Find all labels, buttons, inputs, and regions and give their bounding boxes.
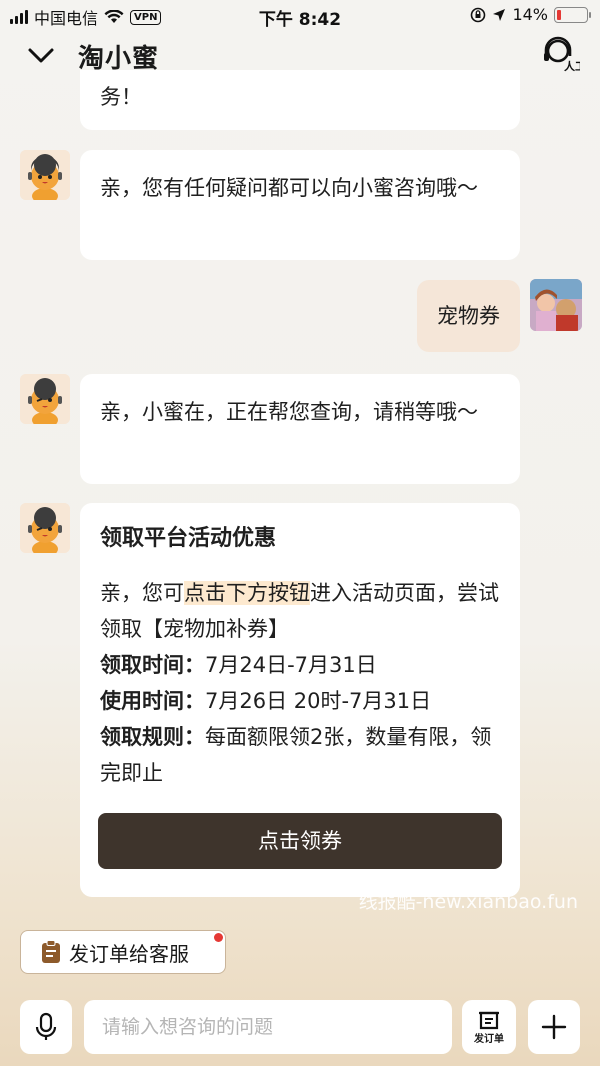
message-bubble-partial: 务！	[80, 70, 520, 130]
microphone-icon	[35, 1012, 57, 1040]
user-message: 宠物券	[417, 280, 520, 352]
claim-coupon-button[interactable]: 点击领券	[98, 813, 502, 869]
bot-avatar	[20, 150, 70, 200]
send-order-chip[interactable]: 发订单给客服	[20, 930, 226, 974]
clipboard-icon	[42, 940, 60, 963]
bot-avatar	[20, 374, 70, 424]
voice-button[interactable]	[20, 1000, 72, 1054]
agent-label: 人工	[564, 59, 580, 73]
notification-dot	[214, 933, 223, 942]
bot-message: 亲，小蜜在，正在帮您查询，请稍等哦～	[80, 374, 520, 484]
location-icon	[493, 8, 506, 21]
claim-time-label: 领取时间：	[100, 653, 205, 677]
user-avatar	[530, 279, 582, 331]
question-input[interactable]: 请输入想咨询的问题	[84, 1000, 452, 1054]
use-time-label: 使用时间：	[100, 689, 205, 713]
message-text: 亲，小蜜在，正在帮您查询，请稍等哦～	[100, 400, 478, 424]
status-bar: 中国电信 VPN 下午 8:42 14%	[0, 0, 600, 30]
activity-card: 领取平台活动优惠 亲，您可点击下方按钮进入活动页面，尝试领取【宠物加补券】 领取…	[80, 503, 520, 897]
send-order-button-label: 发订单	[474, 1033, 504, 1045]
claim-rule-label: 领取规则：	[100, 725, 205, 749]
use-time-value: 7月26日 20时-7月31日	[205, 689, 432, 713]
input-bar: 请输入想咨询的问题 发订单	[0, 1000, 600, 1056]
battery-percent: 14%	[512, 5, 548, 24]
bot-avatar-image	[20, 374, 70, 424]
message-text: 宠物券	[437, 304, 500, 328]
send-order-button[interactable]: 发订单	[462, 1000, 516, 1054]
human-agent-icon[interactable]: 人工	[540, 34, 580, 74]
card-title: 领取平台活动优惠	[100, 526, 277, 551]
order-icon	[479, 1011, 499, 1029]
orientation-lock-icon	[471, 7, 486, 22]
chevron-down-icon[interactable]	[24, 38, 58, 72]
claim-time-value: 7月24日-7月31日	[205, 653, 377, 677]
claim-time-row: 领取时间：7月24日-7月31日	[100, 647, 500, 683]
bot-avatar	[20, 503, 70, 553]
message-text: 亲，您有任何疑问都可以向小蜜咨询哦～	[100, 176, 478, 200]
message-text: 务！	[100, 85, 142, 109]
plus-icon	[541, 1014, 567, 1040]
user-avatar-image	[530, 279, 582, 331]
intro-text: 亲，您可	[100, 581, 184, 605]
intro-highlight: 点击下方按钮	[184, 581, 310, 605]
claim-rule-row: 领取规则：每面额限领2张，数量有限，领完即止	[100, 719, 500, 791]
battery-icon	[554, 6, 591, 23]
card-intro: 亲，您可点击下方按钮进入活动页面，尝试领取【宠物加补券】	[100, 575, 500, 647]
more-button[interactable]	[528, 1000, 580, 1054]
use-time-row: 使用时间：7月26日 20时-7月31日	[100, 683, 500, 719]
bot-avatar-image	[20, 150, 70, 200]
bot-message: 亲，您有任何疑问都可以向小蜜咨询哦～	[80, 150, 520, 260]
watermark: 线报酷-new.xianbao.fun	[358, 891, 578, 913]
bot-avatar-image	[20, 503, 70, 553]
send-order-label: 发订单给客服	[69, 941, 189, 966]
